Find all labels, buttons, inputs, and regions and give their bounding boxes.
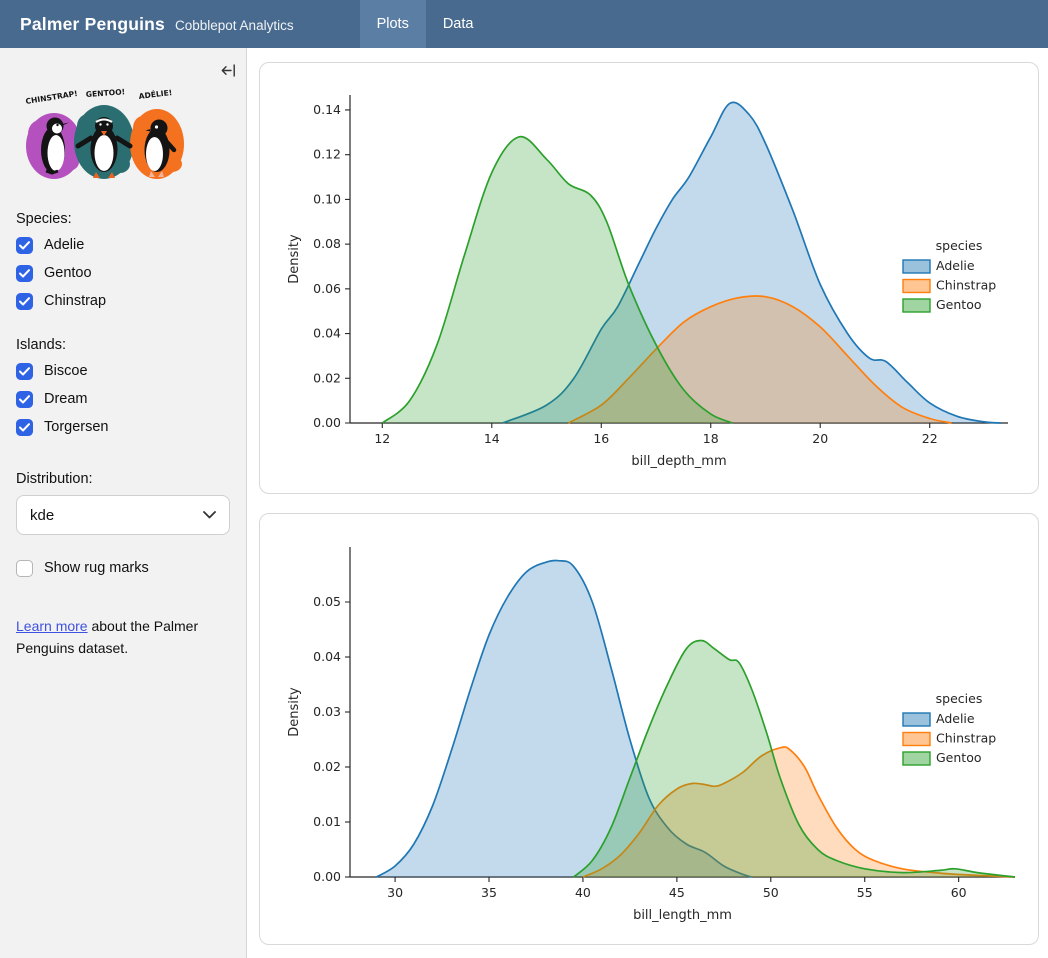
- x-tick-label: 35: [481, 885, 497, 900]
- checkbox-icon[interactable]: [16, 265, 33, 282]
- checkbox-icon[interactable]: [16, 363, 33, 380]
- x-tick-label: 55: [857, 885, 873, 900]
- x-tick-label: 45: [669, 885, 685, 900]
- distribution-select[interactable]: kde: [16, 495, 230, 535]
- checkbox-icon[interactable]: [16, 391, 33, 408]
- x-tick-label: 22: [922, 431, 938, 446]
- legend-label-chinstrap: Chinstrap: [936, 730, 996, 745]
- x-tick-label: 18: [703, 431, 719, 446]
- y-tick-label: 0.06: [313, 281, 341, 296]
- y-tick-label: 0.12: [313, 147, 341, 162]
- app-subtitle: Cobblepot Analytics: [175, 18, 294, 33]
- species-section-label: Species:: [16, 211, 230, 227]
- y-tick-label: 0.14: [313, 102, 341, 117]
- sidebar: CHINSTRAP! GENTOO! ADÉLIE! Species: Adel…: [0, 48, 247, 958]
- checkbox-species-chinstrap[interactable]: Chinstrap: [16, 287, 230, 315]
- page-layout: CHINSTRAP! GENTOO! ADÉLIE! Species: Adel…: [0, 48, 1048, 958]
- legend-swatch-chinstrap: [903, 280, 930, 293]
- sidebar-collapse-icon[interactable]: [220, 62, 237, 79]
- card-bill-length: 30 35 40 45 50 55 60 0.00 0.01 0.02 0.03 0.04 0.05 bi…: [259, 513, 1039, 946]
- y-axis-label: Density: [287, 234, 302, 284]
- app-title: Palmer Penguins: [20, 14, 165, 35]
- y-tick-label: 0.00: [313, 869, 341, 884]
- checkbox-island-biscoe[interactable]: Biscoe: [16, 357, 230, 385]
- checkbox-label: Adelie: [44, 237, 84, 253]
- legend-label-adelie: Adelie: [936, 258, 975, 273]
- artwork-label-chinstrap: CHINSTRAP!: [25, 89, 78, 106]
- checkbox-icon[interactable]: [16, 237, 33, 254]
- checkbox-label: Show rug marks: [44, 560, 149, 576]
- tab-plots-label: Plots: [377, 16, 409, 32]
- x-tick-label: 12: [374, 431, 390, 446]
- checkbox-species-gentoo[interactable]: Gentoo: [16, 259, 230, 287]
- checkbox-island-torgersen[interactable]: Torgersen: [16, 413, 230, 441]
- legend-label-gentoo: Gentoo: [936, 750, 982, 765]
- card-bill-depth: 12 14 16 18 20 22 0.00 0.02 0.04 0.06 0.08 0.10 0.12…: [259, 62, 1039, 494]
- chevron-down-icon: [203, 511, 216, 519]
- x-tick-label: 14: [484, 431, 500, 446]
- x-tick-label: 16: [593, 431, 609, 446]
- x-axis-label: bill_depth_mm: [631, 454, 726, 469]
- checkbox-label: Torgersen: [44, 419, 108, 435]
- tab-plots[interactable]: Plots: [360, 0, 426, 48]
- y-tick-label: 0.02: [313, 370, 341, 385]
- app-brand: Palmer Penguins Cobblepot Analytics: [0, 14, 314, 35]
- nav-tabs: Plots Data: [360, 0, 491, 48]
- x-axis-label: bill_length_mm: [633, 908, 732, 923]
- islands-section-label: Islands:: [16, 337, 230, 353]
- y-tick-label: 0.03: [313, 704, 341, 719]
- distribution-select-value: kde: [30, 507, 54, 524]
- artwork-label-gentoo: GENTOO!: [86, 87, 126, 99]
- footer-note: Learn more about the Palmer Penguins dat…: [16, 616, 228, 659]
- legend-label-adelie: Adelie: [936, 711, 975, 726]
- penguins-artwork: CHINSTRAP! GENTOO! ADÉLIE!: [16, 86, 230, 189]
- y-tick-label: 0.00: [313, 415, 341, 430]
- checkbox-label: Chinstrap: [44, 293, 106, 309]
- learn-more-link[interactable]: Learn more: [16, 618, 88, 634]
- y-tick-label: 0.02: [313, 759, 341, 774]
- checkbox-species-adelie[interactable]: Adelie: [16, 231, 230, 259]
- distribution-section-label: Distribution:: [16, 471, 230, 487]
- artwork-label-adelie: ADÉLIE!: [138, 88, 173, 101]
- density-plot-bill-length: 30 35 40 45 50 55 60 0.00 0.01 0.02 0.03 0.04 0.05 bi…: [260, 514, 1038, 946]
- x-tick-label: 40: [575, 885, 591, 900]
- tab-data-label: Data: [443, 16, 474, 32]
- legend-label-chinstrap: Chinstrap: [936, 278, 996, 293]
- y-tick-label: 0.04: [313, 649, 341, 664]
- legend-swatch-gentoo: [903, 752, 930, 765]
- y-tick-label: 0.01: [313, 814, 341, 829]
- y-tick-label: 0.05: [313, 594, 341, 609]
- checkbox-icon[interactable]: [16, 419, 33, 436]
- checkbox-label: Biscoe: [44, 363, 88, 379]
- legend-title: species: [936, 238, 983, 253]
- legend-swatch-chinstrap: [903, 732, 930, 745]
- checkbox-island-dream[interactable]: Dream: [16, 385, 230, 413]
- chart-svg: 12 14 16 18 20 22 0.00 0.02 0.04 0.06 0.08 0.10 0.12…: [260, 63, 1036, 492]
- y-tick-label: 0.04: [313, 326, 341, 341]
- legend-title: species: [936, 691, 983, 706]
- x-tick-label: 50: [763, 885, 779, 900]
- x-tick-label: 60: [951, 885, 967, 900]
- legend-swatch-adelie: [903, 260, 930, 273]
- legend-swatch-gentoo: [903, 299, 930, 312]
- density-plot-bill-depth: 12 14 16 18 20 22 0.00 0.02 0.04 0.06 0.08 0.10 0.12…: [260, 63, 1038, 494]
- checkbox-label: Gentoo: [44, 265, 92, 281]
- legend-label-gentoo: Gentoo: [936, 297, 982, 312]
- y-axis-label: Density: [287, 686, 302, 736]
- tab-data[interactable]: Data: [426, 0, 491, 48]
- y-tick-label: 0.08: [313, 236, 341, 251]
- chart-svg: 30 35 40 45 50 55 60 0.00 0.01 0.02 0.03 0.04 0.05 bi…: [260, 514, 1036, 944]
- checkbox-icon[interactable]: [16, 293, 33, 310]
- x-tick-label: 30: [387, 885, 403, 900]
- y-tick-label: 0.10: [313, 191, 341, 206]
- checkbox-label: Dream: [44, 391, 88, 407]
- checkbox-icon[interactable]: [16, 560, 33, 577]
- checkbox-show-rug-marks[interactable]: Show rug marks: [16, 554, 230, 582]
- x-tick-label: 20: [812, 431, 828, 446]
- legend-swatch-adelie: [903, 713, 930, 726]
- navbar: Palmer Penguins Cobblepot Analytics Plot…: [0, 0, 1048, 48]
- main-content: 12 14 16 18 20 22 0.00 0.02 0.04 0.06 0.08 0.10 0.12…: [247, 48, 1048, 958]
